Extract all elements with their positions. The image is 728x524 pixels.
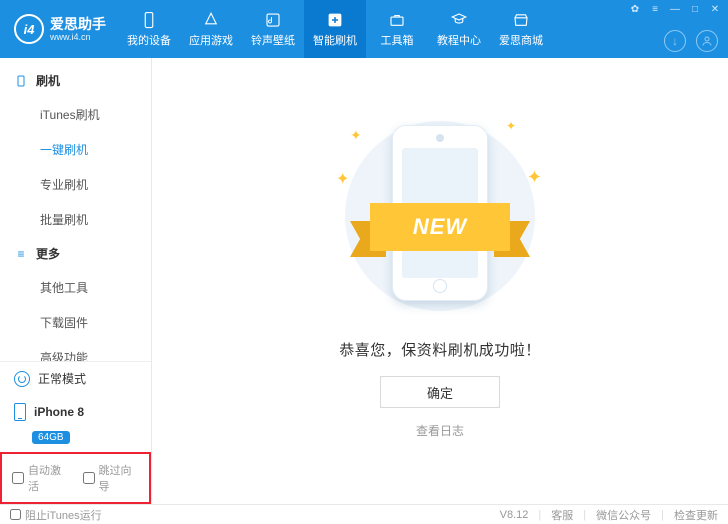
view-log-link[interactable]: 查看日志 xyxy=(416,422,464,439)
user-button[interactable] xyxy=(696,30,718,52)
skip-wizard-checkbox[interactable]: 跳过向导 xyxy=(83,462,140,494)
storage-badge: 64GB xyxy=(32,431,70,444)
app-header: i4 爱思助手 www.i4.cn 我的设备 应用游戏 铃声壁纸 智能刷机 工具… xyxy=(0,0,728,58)
footer-link-support[interactable]: 客服 xyxy=(551,507,573,523)
nav-mall[interactable]: 爱思商城 xyxy=(490,0,552,58)
flash-options-highlight: 自动激活 跳过向导 xyxy=(0,452,151,504)
star-icon: ✦ xyxy=(336,169,349,189)
phone-icon xyxy=(139,10,159,30)
footer-link-wechat[interactable]: 微信公众号 xyxy=(596,507,651,523)
version-label: V8.12 xyxy=(500,509,529,521)
checkbox-label: 自动激活 xyxy=(28,462,69,494)
group-title-text: 更多 xyxy=(36,245,60,262)
nav-apps[interactable]: 应用游戏 xyxy=(180,0,242,58)
status-bar: 阻止iTunes运行 V8.12 | 客服 | 微信公众号 | 检查更新 xyxy=(0,504,728,524)
top-nav: 我的设备 应用游戏 铃声壁纸 智能刷机 工具箱 教程中心 爱思商城 xyxy=(118,0,552,58)
nav-device[interactable]: 我的设备 xyxy=(118,0,180,58)
hamburger-icon: ≡ xyxy=(14,247,28,261)
minimize-button[interactable]: — xyxy=(666,2,684,16)
download-button[interactable]: ↓ xyxy=(664,30,686,52)
toolbox-icon xyxy=(387,10,407,30)
nav-label: 教程中心 xyxy=(437,32,481,48)
star-icon: ✦ xyxy=(527,167,542,188)
main-panel: ✦ ✦ ✦ ✦ NEW 恭喜您，保资料刷机成功啦！ 确定 查看日志 xyxy=(152,58,728,504)
sidebar-item-pro-flash[interactable]: 专业刷机 xyxy=(0,167,151,202)
menu-button[interactable]: ≡ xyxy=(646,2,664,16)
nav-flash[interactable]: 智能刷机 xyxy=(304,0,366,58)
music-icon xyxy=(263,10,283,30)
maximize-button[interactable]: □ xyxy=(686,2,704,16)
sidebar-item-itunes-flash[interactable]: iTunes刷机 xyxy=(0,97,151,132)
star-icon: ✦ xyxy=(506,119,516,133)
sidebar-group-more: ≡ 更多 xyxy=(0,237,151,270)
nav-toolbox[interactable]: 工具箱 xyxy=(366,0,428,58)
success-illustration: ✦ ✦ ✦ ✦ NEW xyxy=(330,111,550,321)
nav-label: 我的设备 xyxy=(127,32,171,48)
new-ribbon: NEW xyxy=(350,203,530,251)
ok-button[interactable]: 确定 xyxy=(380,376,500,408)
sidebar-item-download-firmware[interactable]: 下载固件 xyxy=(0,305,151,340)
nav-label: 工具箱 xyxy=(381,32,414,48)
block-itunes-checkbox[interactable]: 阻止iTunes运行 xyxy=(10,507,102,523)
skin-button[interactable]: ✿ xyxy=(626,2,644,16)
sidebar-item-other-tools[interactable]: 其他工具 xyxy=(0,270,151,305)
shop-icon xyxy=(511,10,531,30)
device-mode[interactable]: 正常模式 xyxy=(0,362,151,395)
window-controls: ✿ ≡ — □ ✕ xyxy=(626,2,724,16)
sidebar: 刷机 iTunes刷机 一键刷机 专业刷机 批量刷机 ≡ 更多 其他工具 下载固… xyxy=(0,58,152,504)
phone-icon xyxy=(14,73,28,89)
sidebar-group-flash: 刷机 xyxy=(0,64,151,97)
nav-label: 爱思商城 xyxy=(499,32,543,48)
header-actions: ↓ xyxy=(664,30,718,52)
close-button[interactable]: ✕ xyxy=(706,2,724,16)
sidebar-item-advanced[interactable]: 高级功能 xyxy=(0,340,151,361)
tutorial-icon xyxy=(449,10,469,30)
sidebar-item-batch-flash[interactable]: 批量刷机 xyxy=(0,202,151,237)
checkbox-label: 阻止iTunes运行 xyxy=(25,507,102,523)
checkbox-label: 跳过向导 xyxy=(99,462,140,494)
app-logo: i4 爱思助手 www.i4.cn xyxy=(0,14,118,44)
app-url: www.i4.cn xyxy=(50,33,106,42)
logo-icon: i4 xyxy=(14,14,44,44)
nav-label: 应用游戏 xyxy=(189,32,233,48)
nav-ringtone[interactable]: 铃声壁纸 xyxy=(242,0,304,58)
nav-label: 智能刷机 xyxy=(313,32,357,48)
refresh-icon xyxy=(14,371,30,387)
device-info[interactable]: iPhone 8 xyxy=(0,395,151,429)
flash-icon xyxy=(325,10,345,30)
sidebar-item-oneclick-flash[interactable]: 一键刷机 xyxy=(0,132,151,167)
star-icon: ✦ xyxy=(350,127,362,144)
appstore-icon xyxy=(201,10,221,30)
auto-activate-checkbox[interactable]: 自动激活 xyxy=(12,462,69,494)
nav-label: 铃声壁纸 xyxy=(251,32,295,48)
footer-link-update[interactable]: 检查更新 xyxy=(674,507,718,523)
success-message: 恭喜您，保资料刷机成功啦！ xyxy=(339,339,541,360)
ribbon-text: NEW xyxy=(370,203,510,251)
device-name: iPhone 8 xyxy=(34,405,84,419)
app-name: 爱思助手 xyxy=(50,17,106,31)
mode-label: 正常模式 xyxy=(38,370,86,387)
device-icon xyxy=(14,403,26,421)
nav-tutorial[interactable]: 教程中心 xyxy=(428,0,490,58)
group-title-text: 刷机 xyxy=(36,72,60,89)
